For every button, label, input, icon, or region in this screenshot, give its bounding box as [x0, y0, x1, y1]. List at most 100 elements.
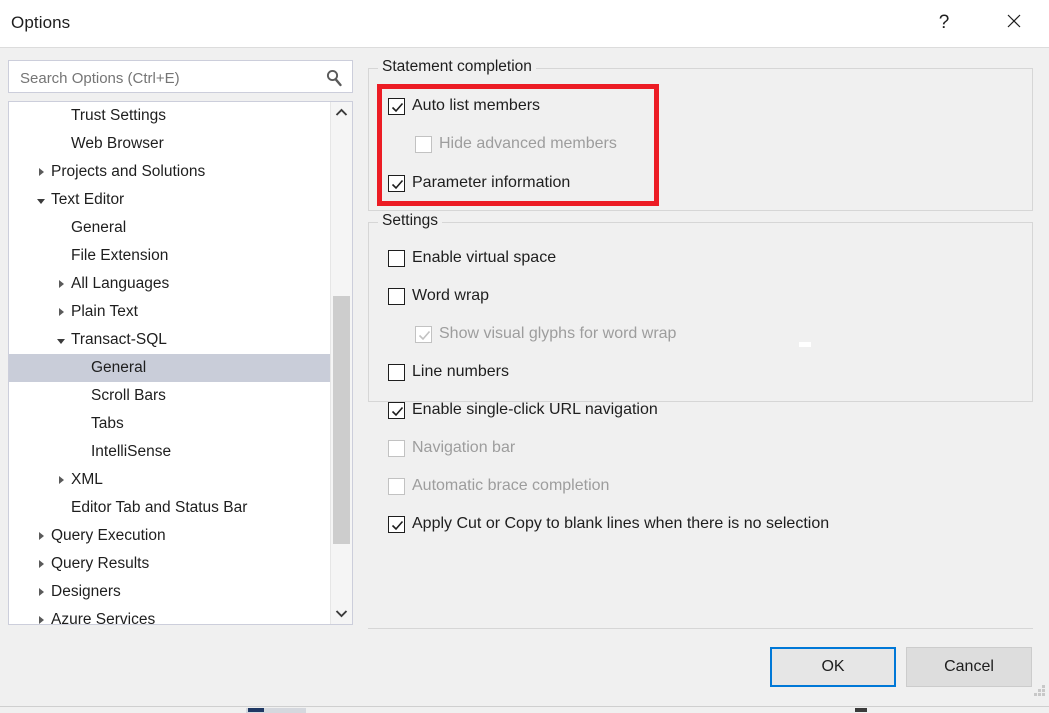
tree-item-designers[interactable]: Designers — [9, 578, 331, 606]
tree-item-plain-text[interactable]: Plain Text — [9, 298, 331, 326]
chevron-right-icon — [38, 616, 44, 624]
checkbox-box[interactable] — [388, 249, 405, 267]
tree-item-projects-and-solutions[interactable]: Projects and Solutions — [9, 158, 331, 186]
checkbox-box — [415, 135, 432, 153]
tree-item-label: Query Execution — [51, 527, 166, 544]
checkbox-word-wrap[interactable]: Word wrap — [388, 285, 489, 307]
chevron-down-icon — [57, 338, 65, 344]
close-icon — [1005, 12, 1023, 35]
search-input[interactable] — [18, 67, 312, 90]
title-bar: Options ? — [0, 0, 1049, 48]
tree-item-azure-services[interactable]: Azure Services — [9, 606, 331, 624]
tree-item-general[interactable]: General — [9, 354, 331, 382]
tree-item-text-editor[interactable]: Text Editor — [9, 186, 331, 214]
expander-collapsed-icon[interactable] — [33, 550, 49, 578]
chevron-down-icon — [37, 198, 45, 204]
tree-item-query-results[interactable]: Query Results — [9, 550, 331, 578]
help-button[interactable]: ? — [922, 6, 966, 40]
tree-item-label: Text Editor — [51, 191, 125, 208]
chevron-up-icon — [335, 104, 348, 122]
checkbox-box[interactable] — [388, 287, 405, 305]
tree-item-transact-sql[interactable]: Transact-SQL — [9, 326, 331, 354]
strip-segment-b — [248, 708, 264, 712]
checkbox-label: Enable single-click URL navigation — [412, 401, 658, 418]
checkbox-apply-cut-or-copy-to-blank-lines-when-there-is-no-selection[interactable]: Apply Cut or Copy to blank lines when th… — [388, 513, 829, 535]
tree-item-intellisense[interactable]: IntelliSense — [9, 438, 331, 466]
checkbox-box — [388, 439, 405, 457]
settings-group: Settings Enable virtual space Word wrap Sh… — [368, 212, 1033, 533]
checkbox-enable-single-click-url-navigation[interactable]: Enable single-click URL navigation — [388, 399, 658, 421]
checkbox-auto-list-members[interactable]: Auto list members — [388, 95, 540, 117]
checkbox-hide-advanced-members: Hide advanced members — [415, 133, 617, 155]
tree-item-file-extension[interactable]: File Extension — [9, 242, 331, 270]
tree-item-label: Transact-SQL — [71, 331, 167, 348]
tree-item-scroll-bars[interactable]: Scroll Bars — [9, 382, 331, 410]
expander-collapsed-icon[interactable] — [33, 522, 49, 550]
checkmark-icon — [391, 520, 404, 530]
options-tree[interactable]: Trust Settings Web Browser Projects and So… — [9, 102, 331, 624]
tree-item-label: IntelliSense — [91, 443, 172, 460]
checkbox-navigation-bar: Navigation bar — [388, 437, 515, 459]
tree-item-label: Query Results — [51, 555, 150, 572]
search-box[interactable] — [8, 60, 353, 93]
scroll-up-button[interactable] — [331, 102, 352, 123]
checkbox-label: Auto list members — [412, 97, 541, 114]
tree-item-label: Trust Settings — [71, 107, 167, 124]
expander-collapsed-icon[interactable] — [33, 158, 49, 186]
tree-item-label: All Languages — [71, 275, 170, 292]
checkmark-icon — [391, 179, 404, 189]
expander-expanded-icon[interactable] — [33, 186, 49, 214]
expander-collapsed-icon[interactable] — [33, 578, 49, 606]
page-title: Options — [11, 13, 71, 32]
chevron-down-icon — [335, 605, 348, 623]
tree-item-trust-settings[interactable]: Trust Settings — [9, 102, 331, 130]
expander-collapsed-icon[interactable] — [33, 606, 49, 624]
magnifier-icon[interactable] — [324, 68, 344, 88]
chevron-right-icon — [38, 532, 44, 540]
checkbox-box[interactable] — [388, 401, 405, 419]
scrollbar-thumb[interactable] — [333, 296, 350, 544]
expander-collapsed-icon[interactable] — [53, 298, 69, 326]
tree-item-editor-tab-and-status-bar[interactable]: Editor Tab and Status Bar — [9, 494, 331, 522]
close-button[interactable] — [992, 6, 1036, 40]
expander-collapsed-icon[interactable] — [53, 270, 69, 298]
checkbox-box[interactable] — [388, 515, 405, 533]
cancel-button[interactable]: Cancel — [906, 647, 1032, 687]
checkmark-icon — [391, 406, 404, 416]
checkbox-label: Automatic brace completion — [412, 477, 610, 494]
tree-scrollbar[interactable] — [330, 102, 352, 624]
chevron-right-icon — [38, 168, 44, 176]
checkbox-line-numbers[interactable]: Line numbers — [388, 361, 509, 383]
expander-collapsed-icon[interactable] — [53, 466, 69, 494]
tree-item-query-execution[interactable]: Query Execution — [9, 522, 331, 550]
tree-item-all-languages[interactable]: All Languages — [9, 270, 331, 298]
checkbox-box[interactable] — [388, 363, 405, 381]
resize-grip-icon[interactable] — [1034, 685, 1046, 697]
checkbox-box[interactable] — [388, 174, 405, 192]
tree-item-tabs[interactable]: Tabs — [9, 410, 331, 438]
scroll-down-button[interactable] — [331, 603, 352, 624]
tree-item-web-browser[interactable]: Web Browser — [9, 130, 331, 158]
tree-item-label: File Extension — [71, 247, 169, 264]
checkbox-label: Show visual glyphs for word wrap — [439, 325, 677, 342]
checkbox-label: Line numbers — [412, 363, 509, 380]
ok-button[interactable]: OK — [770, 647, 896, 687]
statement-completion-title: Statement completion — [378, 58, 536, 76]
checkbox-box[interactable] — [388, 97, 405, 115]
expander-expanded-icon[interactable] — [53, 326, 69, 354]
checkbox-automatic-brace-completion: Automatic brace completion — [388, 475, 609, 497]
checkbox-enable-virtual-space[interactable]: Enable virtual space — [388, 247, 556, 269]
checkbox-parameter-information[interactable]: Parameter information — [388, 172, 570, 194]
checkbox-label: Enable virtual space — [412, 249, 557, 266]
bottom-strip — [0, 706, 1049, 713]
tree-item-xml[interactable]: XML — [9, 466, 331, 494]
checkbox-box — [415, 325, 432, 343]
options-tree-panel[interactable]: Trust Settings Web Browser Projects and So… — [8, 101, 353, 625]
tree-item-general[interactable]: General — [9, 214, 331, 242]
checkbox-show-visual-glyphs-for-word-wrap: Show visual glyphs for word wrap — [415, 323, 676, 345]
